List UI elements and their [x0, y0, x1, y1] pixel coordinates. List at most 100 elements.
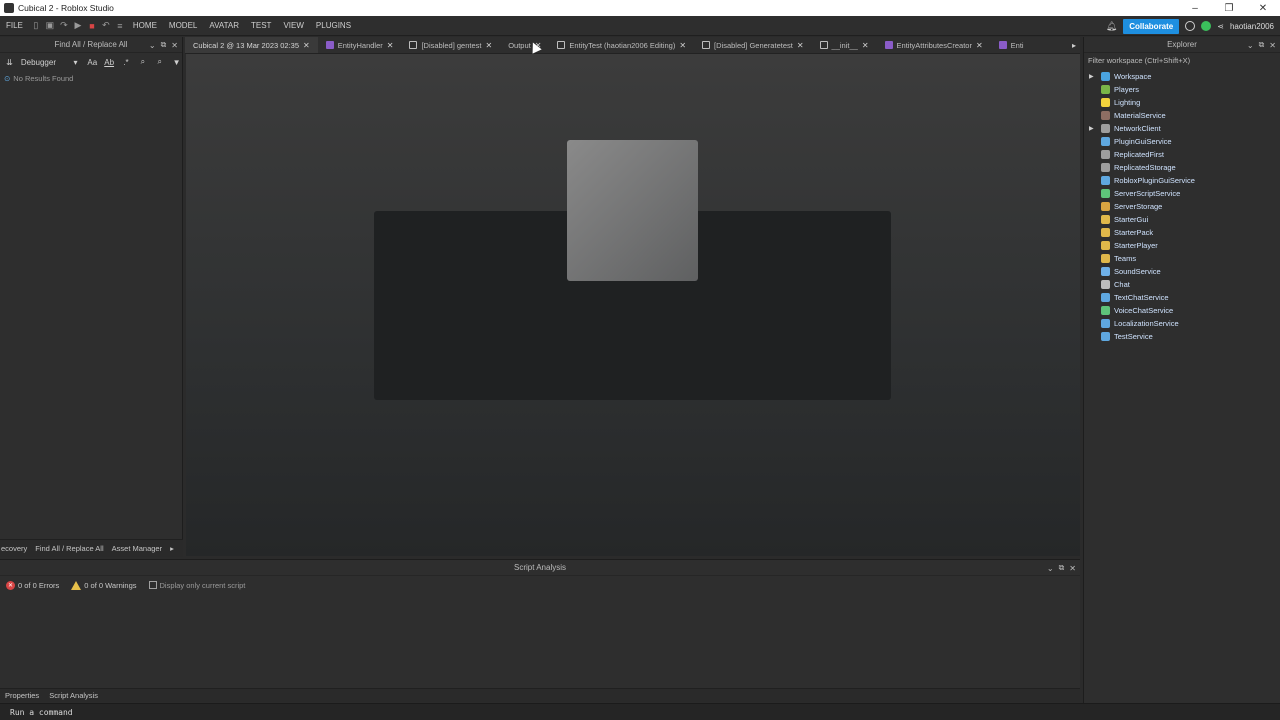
- menu-home[interactable]: HOME: [127, 21, 163, 30]
- match-case-toggle[interactable]: Aa: [87, 58, 98, 67]
- match-word-toggle[interactable]: Ab: [104, 58, 115, 67]
- share-icon[interactable]: ⋖: [1217, 22, 1224, 31]
- notifications-icon[interactable]: 🔔︎: [1106, 21, 1117, 32]
- expand-arrow-icon[interactable]: ▶: [1089, 125, 1094, 132]
- service-icon: [1101, 228, 1110, 237]
- explorer-item[interactable]: Players: [1084, 83, 1280, 96]
- undo-icon[interactable]: ↶: [99, 19, 113, 33]
- panel-dropdown-icon[interactable]: ⌄: [1047, 564, 1054, 573]
- explorer-item[interactable]: ▶ NetworkClient: [1084, 122, 1280, 135]
- tab-asset-manager[interactable]: Asset Manager: [108, 544, 166, 553]
- explorer-item[interactable]: ReplicatedFirst: [1084, 148, 1280, 161]
- replace-icon[interactable]: ⌕: [154, 57, 165, 67]
- explorer-item[interactable]: TestService: [1084, 330, 1280, 343]
- explorer-item-label: LocalizationService: [1114, 319, 1179, 328]
- tab-close-icon[interactable]: ✕: [976, 41, 983, 50]
- panel-close-icon[interactable]: ✕: [1069, 564, 1076, 573]
- username[interactable]: haotian2006: [1230, 22, 1274, 31]
- menu-test[interactable]: TEST: [245, 21, 277, 30]
- explorer-item[interactable]: ServerScriptService: [1084, 187, 1280, 200]
- explorer-item[interactable]: Lighting: [1084, 96, 1280, 109]
- panel-dropdown-icon[interactable]: ⌄: [1247, 41, 1254, 50]
- display-current-option[interactable]: Display only current script: [148, 581, 245, 590]
- explorer-item[interactable]: RobloxPluginGuiService: [1084, 174, 1280, 187]
- tab-enti[interactable]: Enti: [991, 37, 1032, 53]
- explorer-item[interactable]: SoundService: [1084, 265, 1280, 278]
- explorer-item[interactable]: ServerStorage: [1084, 200, 1280, 213]
- tab-recovery[interactable]: ecovery: [0, 544, 31, 553]
- new-file-icon[interactable]: ▯: [29, 19, 43, 33]
- filter-icon[interactable]: ▼: [171, 58, 182, 67]
- menu-file[interactable]: FILE: [0, 21, 29, 30]
- explorer-item[interactable]: ▶ Workspace: [1084, 70, 1280, 83]
- panel-float-icon[interactable]: ⧉: [1259, 40, 1265, 50]
- tabs-scroll-right-icon[interactable]: ▸: [166, 544, 178, 553]
- explorer-item[interactable]: ReplicatedStorage: [1084, 161, 1280, 174]
- status-icon[interactable]: [1201, 21, 1212, 31]
- tab-entityhandler[interactable]: EntityHandler ✕: [318, 37, 402, 53]
- tabs-scroll-right-icon[interactable]: ▸: [1072, 37, 1076, 53]
- explorer-item[interactable]: StarterPlayer: [1084, 239, 1280, 252]
- panel-dropdown-icon[interactable]: ⌄: [149, 41, 156, 50]
- play-icon[interactable]: ▶: [71, 19, 85, 33]
- panel-float-icon[interactable]: ⧉: [1059, 563, 1065, 573]
- explorer-item[interactable]: MaterialService: [1084, 109, 1280, 122]
- tab-close-icon[interactable]: ✕: [797, 41, 804, 50]
- menu-model[interactable]: MODEL: [163, 21, 203, 30]
- tab-place[interactable]: Cubical 2 @ 13 Mar 2023 02:35 ✕: [185, 37, 318, 53]
- explorer-item[interactable]: PluginGuiService: [1084, 135, 1280, 148]
- expand-arrow-icon[interactable]: ▶: [1089, 73, 1094, 80]
- tab-entitytest[interactable]: EntityTest (haotian2006 Editing) ✕: [549, 37, 694, 53]
- quick-access-dropdown-icon[interactable]: ≡: [113, 19, 127, 33]
- panel-close-icon[interactable]: ✕: [171, 41, 178, 50]
- warnings-filter[interactable]: 0 of 0 Warnings: [71, 580, 137, 590]
- save-icon[interactable]: ▣: [43, 19, 57, 33]
- tab-find-replace[interactable]: Find All / Replace All: [31, 544, 107, 553]
- explorer-item[interactable]: TextChatService: [1084, 291, 1280, 304]
- tab-close-icon[interactable]: ✕: [387, 41, 394, 50]
- display-current-checkbox[interactable]: [148, 581, 157, 589]
- tab-properties[interactable]: Properties: [0, 691, 44, 700]
- explorer-item[interactable]: StarterGui: [1084, 213, 1280, 226]
- tab-close-icon[interactable]: ✕: [486, 41, 493, 50]
- explorer-item[interactable]: StarterPack: [1084, 226, 1280, 239]
- regex-toggle-icon[interactable]: .*: [121, 58, 132, 67]
- stop-icon[interactable]: ■: [85, 19, 99, 33]
- no-results-text: No Results Found: [13, 74, 74, 83]
- help-icon[interactable]: [1185, 21, 1196, 31]
- menu-plugins[interactable]: PLUGINS: [310, 21, 357, 30]
- find-panel-title: Find All / Replace All: [54, 40, 128, 49]
- explorer-item[interactable]: LocalizationService: [1084, 317, 1280, 330]
- explorer-filter-input[interactable]: Filter workspace (Ctrl+Shift+X): [1084, 53, 1280, 67]
- window-controls: – ❐ ✕: [1178, 0, 1280, 16]
- tab-generatetest[interactable]: [Disabled] Generatetest ✕: [694, 37, 812, 53]
- tab-close-icon[interactable]: ✕: [862, 41, 869, 50]
- panel-close-icon[interactable]: ✕: [1269, 41, 1276, 50]
- panel-float-icon[interactable]: ⧉: [161, 40, 167, 50]
- errors-filter[interactable]: ✕ 0 of 0 Errors: [6, 580, 59, 590]
- viewport[interactable]: [186, 54, 1080, 556]
- minimize-icon[interactable]: –: [1178, 0, 1212, 16]
- tab-init[interactable]: __init__ ✕: [812, 37, 877, 53]
- tab-gentest[interactable]: [Disabled] gentest ✕: [401, 37, 500, 53]
- tab-close-icon[interactable]: ✕: [679, 41, 686, 50]
- restore-icon[interactable]: ❐: [1212, 0, 1246, 16]
- tab-script-analysis[interactable]: Script Analysis: [44, 691, 103, 700]
- explorer-item-label: TestService: [1114, 332, 1153, 341]
- explorer-item[interactable]: Chat: [1084, 278, 1280, 291]
- menu-avatar[interactable]: AVATAR: [203, 21, 245, 30]
- tab-close-icon[interactable]: ✕: [303, 41, 310, 50]
- collaborate-button[interactable]: Collaborate: [1123, 18, 1180, 34]
- scope-dropdown-icon[interactable]: ▾: [70, 58, 81, 67]
- explorer-item[interactable]: VoiceChatService: [1084, 304, 1280, 317]
- tab-entityattributescreator[interactable]: EntityAttributesCreator ✕: [877, 37, 991, 53]
- find-icon[interactable]: ⌕: [137, 57, 148, 67]
- menu-view[interactable]: VIEW: [277, 21, 309, 30]
- explorer-item-label: StarterGui: [1114, 215, 1149, 224]
- command-bar[interactable]: Run a command: [0, 703, 1280, 720]
- explorer-item[interactable]: Teams: [1084, 252, 1280, 265]
- tab-output[interactable]: Output ✕: [500, 37, 549, 53]
- expand-all-icon[interactable]: ⇊: [4, 58, 15, 67]
- close-window-icon[interactable]: ✕: [1246, 0, 1280, 16]
- command-input[interactable]: Run a command: [10, 708, 73, 717]
